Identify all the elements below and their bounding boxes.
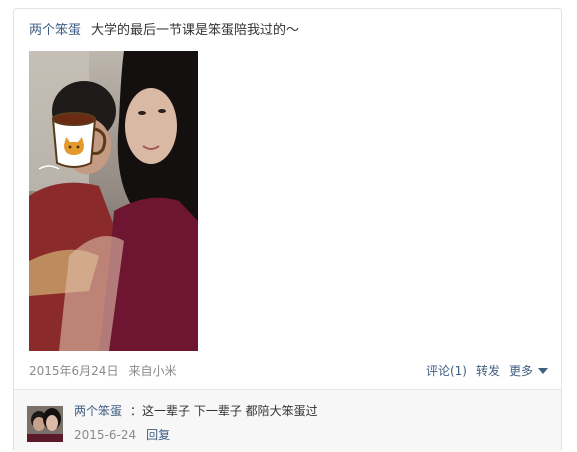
comment-meta: 2015-6-24 回复 xyxy=(74,427,170,443)
post-photo[interactable] xyxy=(29,51,198,351)
comment-date: 2015-6-24 xyxy=(74,428,137,442)
post-text: 大学的最后一节课是笨蛋陪我过的～ xyxy=(91,23,300,38)
post-date[interactable]: 2015年6月24日 xyxy=(29,364,118,378)
avatar[interactable] xyxy=(27,406,63,442)
more-label: 更多 xyxy=(508,364,533,378)
comment-section: 两个笨蛋 ：这一辈子 下一辈子 都陪大笨蛋过 2015-6-24 回复 xyxy=(14,389,561,452)
post-actions: 评论(1) 转发 更多 xyxy=(417,363,548,379)
chevron-down-icon xyxy=(538,368,548,374)
post-header: 两个笨蛋 大学的最后一节课是笨蛋陪我过的～ xyxy=(29,22,299,40)
more-button[interactable]: 更多 xyxy=(509,364,548,378)
comment-author-link[interactable]: 两个笨蛋 xyxy=(74,404,122,418)
post-source: 来自小米 xyxy=(128,364,177,378)
comment-button[interactable]: 评论(1) xyxy=(426,364,467,378)
repost-button[interactable]: 转发 xyxy=(476,364,500,378)
post-card: 两个笨蛋 大学的最后一节课是笨蛋陪我过的～ 2015年6月24日 来自小米 评论… xyxy=(13,8,562,452)
avatar-photo-icon xyxy=(27,406,63,442)
reply-button[interactable]: 回复 xyxy=(146,428,170,442)
post-author-link[interactable]: 两个笨蛋 xyxy=(29,23,81,38)
comment-text: ：这一辈子 下一辈子 都陪大笨蛋过 xyxy=(130,404,318,418)
comment-body: 两个笨蛋 ：这一辈子 下一辈子 都陪大笨蛋过 xyxy=(74,403,318,419)
post-meta: 2015年6月24日 来自小米 xyxy=(29,363,176,379)
